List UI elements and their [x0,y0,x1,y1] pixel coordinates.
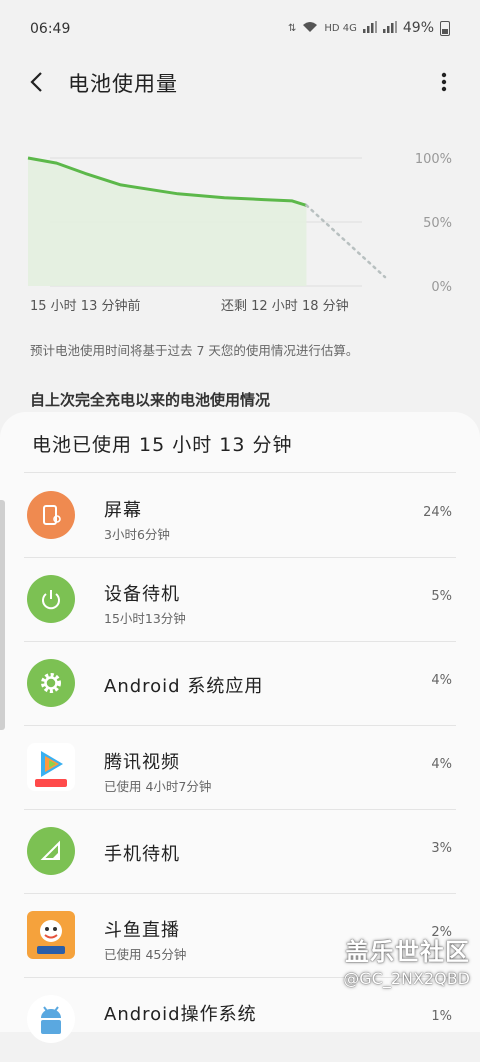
gear-icon [27,659,75,707]
signal-icon-2 [382,20,397,36]
signal-icon [27,827,75,875]
tencent-video-icon [27,743,75,791]
list-item-android-system[interactable]: Android 系统应用 4% [0,642,480,726]
signal-icon [362,20,377,36]
y-tick-label: 0% [431,280,452,295]
list-item-screen[interactable]: 屏幕 3小时6分钟 24% [0,474,480,558]
item-pct: 3% [431,841,452,856]
status-time: 06:49 [30,21,71,37]
item-pct: 4% [431,673,452,688]
back-arrow-icon [30,72,42,92]
estimate-note: 预计电池使用时间将基于过去 7 天您的使用情况进行估算。 [30,343,359,358]
edge-panel-handle[interactable] [0,500,5,730]
item-sub: 已使用 4小时7分钟 [104,779,212,794]
battery-percent: 49% [402,20,434,36]
list-item-android-os[interactable]: Android操作系统 1% [0,978,480,1062]
wifi-icon [302,21,318,36]
usage-area [28,158,307,286]
usage-summary: 电池已使用 15 小时 13 分钟 [32,434,293,456]
list-item-phone-idle[interactable]: 手机待机 3% [0,810,480,894]
item-name: 设备待机 [104,584,180,605]
item-pct: 4% [431,757,452,772]
network-label: HD 4G [324,22,357,34]
back-button[interactable] [26,70,50,94]
data-speed-icon: ⇅ [287,22,297,34]
divider [24,472,456,473]
more-options-button[interactable] [434,70,454,94]
list-item-device-idle[interactable]: 设备待机 15小时13分钟 5% [0,558,480,642]
item-sub: 3小时6分钟 [104,527,170,542]
status-bar: 06:49 ⇅ HD 4G 49% [0,0,480,58]
list-item-tencent-video[interactable]: 腾讯视频 已使用 4小时7分钟 4% [0,726,480,810]
chart-label-end: 还剩 12 小时 18 分钟 [221,299,349,314]
screen-icon [27,491,75,539]
watermark-user: @GC_2NX2QBD [343,969,470,988]
projection-line [305,204,387,279]
item-name: Android操作系统 [104,1004,257,1025]
battery-chart: 100% 50% 0% [27,152,452,295]
item-sub: 已使用 45分钟 [104,947,187,962]
battery-icon [440,20,450,36]
item-pct: 24% [423,505,452,520]
item-name: 腾讯视频 [104,752,180,773]
y-tick-label: 100% [415,152,452,167]
status-icons: ⇅ HD 4G 49% [288,20,450,36]
item-pct: 5% [431,589,452,604]
page-title: 电池使用量 [68,72,178,96]
app-bar: 电池使用量 [0,58,480,108]
watermark-title: 盖乐世社区 [345,938,470,966]
item-name: Android 系统应用 [104,676,264,697]
item-name: 斗鱼直播 [104,920,180,941]
android-icon [27,995,75,1043]
more-vertical-icon [441,72,447,92]
power-icon [27,575,75,623]
item-name: 屏幕 [104,500,142,521]
section-title: 自上次完全充电以来的电池使用情况 [30,391,271,409]
item-name: 手机待机 [104,844,180,865]
y-tick-label: 50% [423,216,452,231]
watermark: 盖乐世社区 @GC_2NX2QBD [343,932,470,988]
item-sub: 15小时13分钟 [104,611,186,626]
item-pct: 1% [431,1009,452,1024]
chart-label-start: 15 小时 13 分钟前 [30,299,141,314]
douyu-icon [27,911,75,959]
chart-x-labels: 15 小时 13 分钟前 还剩 12 小时 18 分钟 [0,295,480,315]
